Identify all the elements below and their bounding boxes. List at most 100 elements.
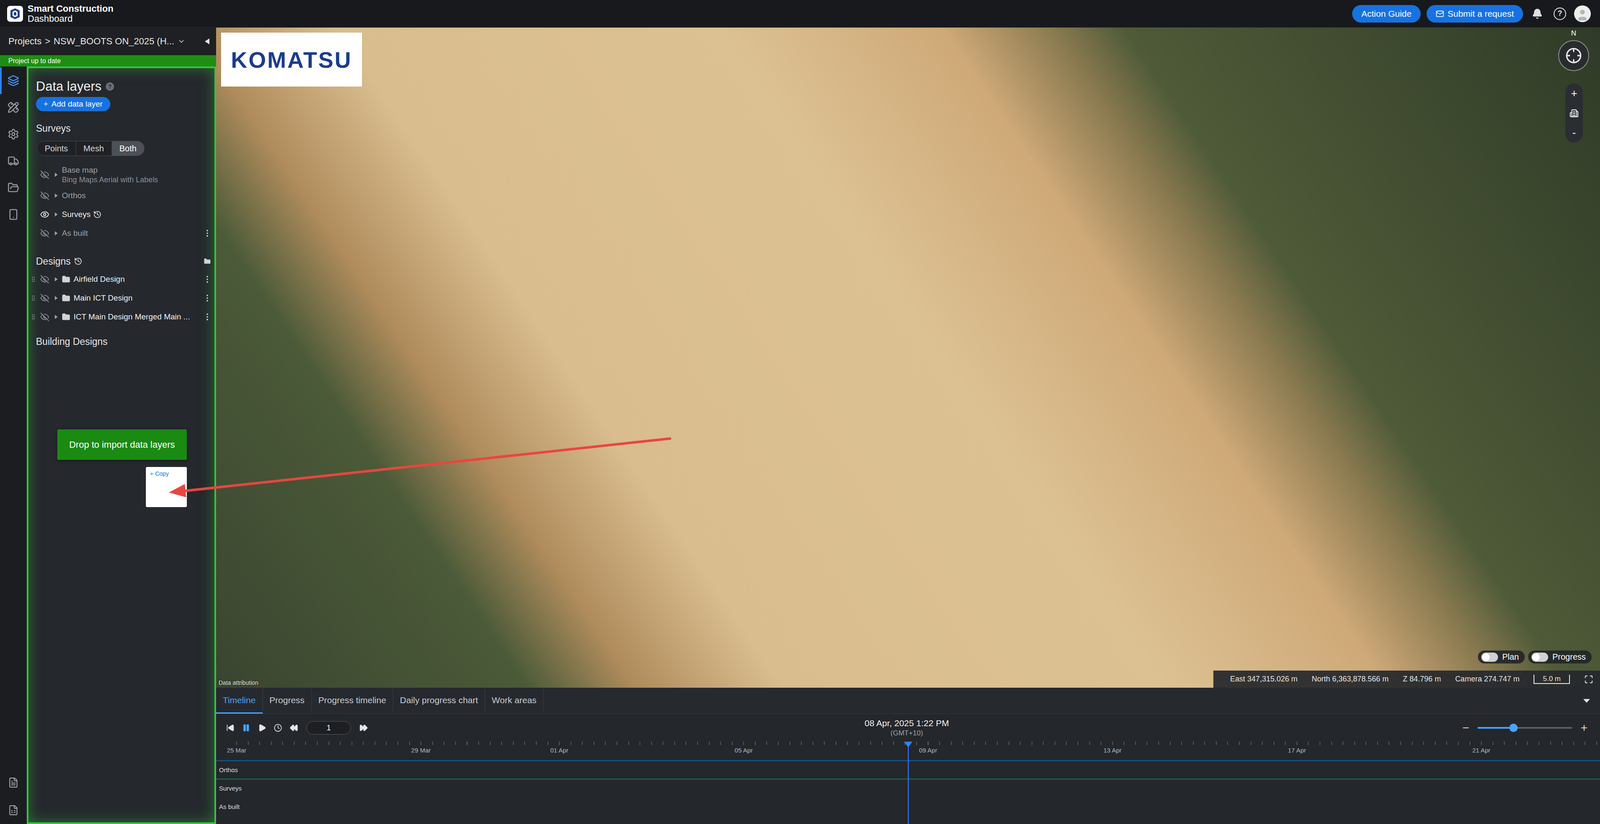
history-icon[interactable] [93, 210, 102, 219]
map-view[interactable]: KOMATSUN+-PlanProgressEast 347,315.026 m… [216, 27, 1600, 688]
caret-down-icon[interactable] [177, 37, 186, 46]
add-data-layer-button[interactable]: +Add data layer [35, 96, 111, 112]
layer-row[interactable]: As built [30, 223, 213, 243]
zoom-out-button[interactable]: - [1565, 122, 1583, 143]
expand-arrow-icon[interactable] [52, 229, 60, 237]
help-button[interactable]: ? [1551, 5, 1569, 23]
folder-icon [7, 181, 20, 194]
design-row[interactable]: Airfield Design [30, 269, 213, 289]
building-designs-heading: Building Designs [30, 335, 213, 348]
drag-handle[interactable] [30, 313, 37, 321]
time-cursor[interactable] [907, 741, 909, 824]
add-folder-button[interactable] [201, 257, 213, 266]
map-toggle[interactable]: Progress [1528, 650, 1592, 664]
switch[interactable] [1481, 652, 1499, 662]
visibility-toggle[interactable] [39, 274, 51, 284]
layer-name: Surveys [61, 209, 91, 220]
switch[interactable] [1531, 652, 1549, 662]
map-toggle[interactable]: Plan [1477, 650, 1525, 664]
timeline-tab[interactable]: Progress [262, 687, 312, 714]
speed-button[interactable] [272, 721, 284, 734]
notifications-button[interactable] [1528, 5, 1546, 23]
top-bar: Smart ConstructionDashboard Action Guide S… [0, 0, 1600, 28]
buildings-button[interactable] [1565, 103, 1583, 123]
kebab-icon [202, 312, 212, 322]
play-button[interactable] [256, 721, 268, 734]
expand-arrow-icon[interactable] [52, 294, 60, 302]
ghost-label: Copy [155, 470, 169, 477]
brand[interactable]: Smart ConstructionDashboard [6, 3, 114, 24]
eye-off-icon [40, 228, 50, 238]
design-menu[interactable] [201, 293, 213, 303]
visibility-toggle[interactable] [39, 228, 51, 238]
rail-item[interactable] [0, 94, 27, 121]
panel-help[interactable]: ? [105, 82, 115, 91]
visibility-toggle[interactable] [39, 191, 51, 201]
zoom-in-button[interactable]: + [1565, 83, 1583, 104]
history-icon[interactable] [73, 257, 83, 266]
step-input[interactable] [306, 721, 352, 735]
fullscreen-icon[interactable] [1584, 674, 1594, 684]
top-button[interactable]: Submit a request [1426, 5, 1524, 23]
rail-item[interactable] [0, 201, 27, 228]
pause-button[interactable] [240, 721, 253, 734]
mode-option[interactable]: Both [111, 141, 145, 156]
visibility-toggle[interactable] [39, 170, 51, 180]
compass[interactable] [1558, 40, 1590, 72]
expand-arrow-icon[interactable] [52, 275, 60, 283]
layer-row[interactable]: Surveys [30, 204, 213, 224]
timeline-tab[interactable]: Timeline [216, 687, 263, 714]
design-menu[interactable] [201, 274, 213, 284]
mode-option[interactable]: Points [37, 141, 76, 156]
visibility-toggle[interactable] [39, 293, 51, 303]
design-row[interactable]: ICT Main Design Merged Main ... [30, 307, 213, 327]
data-attribution[interactable]: Data attribution [218, 679, 259, 686]
fast-forward-button[interactable] [357, 721, 370, 734]
design-name: Main ICT Design [73, 293, 200, 303]
survey-mode-toggle: PointsMeshBoth [36, 140, 145, 156]
top-button[interactable]: Action Guide [1352, 5, 1421, 23]
folder [61, 312, 72, 322]
collapse-chevron-icon[interactable] [1582, 697, 1591, 704]
help-badge: ? [1553, 7, 1567, 21]
timeline-tab[interactable]: Progress timeline [311, 687, 394, 714]
rail-item[interactable] [0, 174, 27, 202]
layer-menu[interactable] [201, 228, 213, 238]
timeline-tab[interactable]: Daily progress chart [393, 687, 486, 714]
expand-arrow-icon[interactable] [52, 171, 60, 179]
mode-option[interactable]: Mesh [75, 141, 112, 156]
step-back-button[interactable] [224, 721, 237, 734]
zoom-slider[interactable] [1477, 726, 1573, 729]
breadcrumb-projects[interactable]: Projects [8, 35, 42, 47]
rewind-button[interactable] [287, 721, 300, 734]
timeline-tab[interactable]: Work areas [485, 687, 544, 714]
rail-item[interactable] [0, 768, 27, 797]
zoom-in-button[interactable]: + [1579, 721, 1590, 735]
design-row[interactable]: Main ICT Design [30, 288, 213, 308]
zoom-out-button[interactable]: − [1460, 721, 1471, 735]
play-icon [257, 723, 267, 732]
design-menu[interactable] [201, 312, 213, 322]
rail-item[interactable] [0, 67, 27, 95]
project-name[interactable]: NSW_BOOTS ON_2025 (H... [53, 35, 175, 47]
user-avatar[interactable] [1574, 5, 1591, 23]
drag-ghost[interactable]: +Copy [145, 466, 187, 508]
expand-arrow-icon[interactable] [52, 313, 60, 321]
rail-item[interactable] [0, 796, 27, 824]
expand-arrow-icon[interactable] [52, 211, 60, 218]
drag-handle[interactable] [30, 275, 37, 283]
rail-item[interactable] [0, 147, 27, 175]
data-layers-panel[interactable]: Data layers?+Add data layerSurveysPoints… [26, 66, 217, 824]
mail-icon [1435, 9, 1445, 18]
collapse-panel-icon[interactable] [203, 37, 211, 46]
visibility-toggle[interactable] [39, 209, 51, 220]
layer-row[interactable]: Orthos [30, 185, 213, 205]
visibility-toggle[interactable] [39, 312, 51, 322]
rail-item[interactable] [0, 120, 27, 148]
slider-knob[interactable] [1509, 723, 1518, 732]
drag-handle[interactable] [30, 294, 37, 302]
expand-arrow-icon[interactable] [52, 192, 60, 199]
timeline-track[interactable]: 25 Mar29 Mar01 Apr05 Apr09 Apr13 Apr17 A… [216, 741, 1600, 824]
layer-row[interactable]: Base mapBing Maps Aerial with Labels [30, 163, 213, 186]
design-name: Airfield Design [73, 274, 200, 284]
